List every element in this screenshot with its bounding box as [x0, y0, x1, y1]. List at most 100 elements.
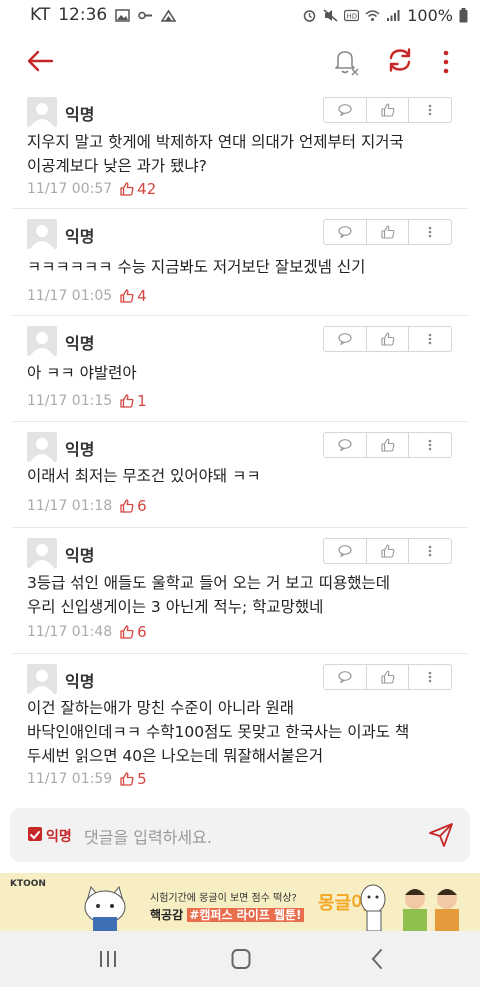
comment-more-button[interactable]	[409, 327, 451, 351]
banner-line2: 핵공감 #캠퍼스 라이프 웹툰!	[150, 906, 304, 923]
comment-time: 11/17 00:57	[27, 181, 113, 197]
bell-off-icon[interactable]	[330, 46, 360, 76]
like-count-value: 5	[137, 770, 147, 788]
like-count: 6	[120, 497, 147, 515]
wifi-icon	[365, 9, 380, 21]
comment-more-button[interactable]	[409, 433, 451, 457]
comment-meta: 11/17 01:05 4	[27, 287, 147, 305]
comment-meta: 11/17 01:59 5	[27, 770, 147, 788]
comment-text: 이래서 최저는 무조건 있어야돼 ㅋㅋ	[27, 467, 261, 485]
gallery-icon	[115, 8, 130, 22]
comment-author: 익명	[65, 227, 95, 246]
refresh-icon[interactable]	[386, 46, 414, 74]
thumbs-up-icon	[120, 289, 134, 303]
comment-item: 익명 지우지 말고 핫게에 박제하자 연대 의대가 언제부터 지거국 이공계보다…	[12, 87, 468, 209]
comment-time: 11/17 01:59	[27, 771, 113, 787]
avatar	[27, 664, 57, 694]
comment-time: 11/17 01:48	[27, 624, 113, 640]
checkmark-icon	[30, 831, 40, 840]
home-icon[interactable]	[231, 948, 251, 970]
like-count-value: 6	[137, 497, 147, 515]
banner-brand: KTOON	[10, 879, 46, 889]
ad-banner[interactable]: KTOON 시험기간에 몽글이 보면 점수 떡상? 핵공감 #캠퍼스 라이프 웹…	[0, 873, 480, 931]
comment-actions	[323, 97, 452, 123]
comment-author: 익명	[65, 334, 95, 353]
battery-percent: 100%	[407, 5, 453, 25]
like-count: 4	[120, 287, 147, 305]
comment-actions	[323, 219, 452, 245]
like-button[interactable]	[367, 539, 410, 563]
comment-actions	[323, 664, 452, 690]
more-vertical-icon	[428, 226, 432, 238]
reply-button[interactable]	[324, 433, 367, 457]
reply-button[interactable]	[324, 665, 367, 689]
thumbs-up-icon	[120, 625, 134, 639]
banner-line2-prefix: 핵공감	[150, 908, 184, 922]
comment-meta: 11/17 01:15 1	[27, 392, 147, 410]
anonymous-checkbox[interactable]	[28, 827, 42, 841]
vpn-key-icon	[138, 11, 153, 19]
speech-bubble-icon	[338, 104, 352, 116]
battery-icon	[459, 7, 468, 22]
reply-button[interactable]	[324, 327, 367, 351]
speech-bubble-icon	[338, 545, 352, 557]
avatar	[27, 326, 57, 356]
comment-more-button[interactable]	[409, 220, 451, 244]
back-icon[interactable]	[370, 948, 384, 970]
comment-text: 3등급 섞인 애들도 울학교 들어 오는 거 보고 띠용했는데 우리 신입생게이…	[27, 574, 390, 616]
comment-time: 11/17 01:18	[27, 498, 113, 514]
more-vertical-icon	[428, 439, 432, 451]
comment-author: 익명	[65, 105, 95, 124]
comment-item: 익명 이건 잘하는애가 망친 수준이 아니라 원래 바닥인애인데ㅋㅋ 수학100…	[12, 654, 468, 800]
comment-text: 아 ㅋㅋ 야발련아	[27, 364, 137, 382]
thumbs-up-icon	[380, 670, 394, 684]
like-count: 5	[120, 770, 147, 788]
reply-button[interactable]	[324, 220, 367, 244]
like-button[interactable]	[367, 665, 410, 689]
comment-text: 지우지 말고 핫게에 박제하자 연대 의대가 언제부터 지거국 이공계보다 낮은…	[27, 133, 404, 175]
comment-more-button[interactable]	[409, 665, 451, 689]
speech-bubble-icon	[338, 226, 352, 238]
like-button[interactable]	[367, 98, 410, 122]
speech-bubble-icon	[338, 439, 352, 451]
comment-more-button[interactable]	[409, 98, 451, 122]
thumbs-up-icon	[120, 499, 134, 513]
hd-icon: HD	[344, 9, 360, 21]
comment-author: 익명	[65, 546, 95, 565]
mute-icon	[323, 8, 338, 22]
comment-input[interactable]: 댓글을 입력하세요.	[84, 824, 212, 848]
comment-time: 11/17 01:05	[27, 288, 113, 304]
like-count: 6	[120, 623, 147, 641]
comment-meta: 11/17 01:18 6	[27, 497, 147, 515]
like-count-value: 42	[137, 180, 157, 198]
comment-text: 이건 잘하는애가 망친 수준이 아니라 원래 바닥인애인데ㅋㅋ 수학100점도 …	[27, 699, 410, 765]
comment-actions	[323, 538, 452, 564]
comment-author: 익명	[65, 672, 95, 691]
like-count-value: 6	[137, 623, 147, 641]
avatar	[27, 538, 57, 568]
comment-text: ㅋㅋㅋㅋㅋㅋ 수능 지금봐도 저거보단 잘보겠넴 신기	[27, 258, 366, 276]
thumbs-up-icon	[380, 103, 394, 117]
more-vertical-icon[interactable]	[438, 48, 454, 76]
thumbs-up-icon	[120, 394, 134, 408]
like-button[interactable]	[367, 433, 410, 457]
like-count-value: 4	[137, 287, 147, 305]
banner-line2-highlight: #캠퍼스 라이프 웹툰!	[187, 908, 304, 922]
comment-more-button[interactable]	[409, 539, 451, 563]
anonymous-label[interactable]: 익명	[46, 826, 72, 846]
arrow-left-icon[interactable]	[26, 48, 54, 74]
like-button[interactable]	[367, 327, 410, 351]
reply-button[interactable]	[324, 98, 367, 122]
clock: 12:36	[58, 5, 108, 25]
comment-actions	[323, 432, 452, 458]
thumbs-up-icon	[120, 182, 134, 196]
reply-button[interactable]	[324, 539, 367, 563]
recent-apps-icon[interactable]	[98, 949, 118, 969]
signal-icon	[387, 9, 400, 21]
speech-bubble-icon	[338, 333, 352, 345]
comment-time: 11/17 01:15	[27, 393, 113, 409]
avatar	[27, 219, 57, 249]
send-icon[interactable]	[428, 822, 454, 848]
more-vertical-icon	[428, 545, 432, 557]
like-button[interactable]	[367, 220, 410, 244]
